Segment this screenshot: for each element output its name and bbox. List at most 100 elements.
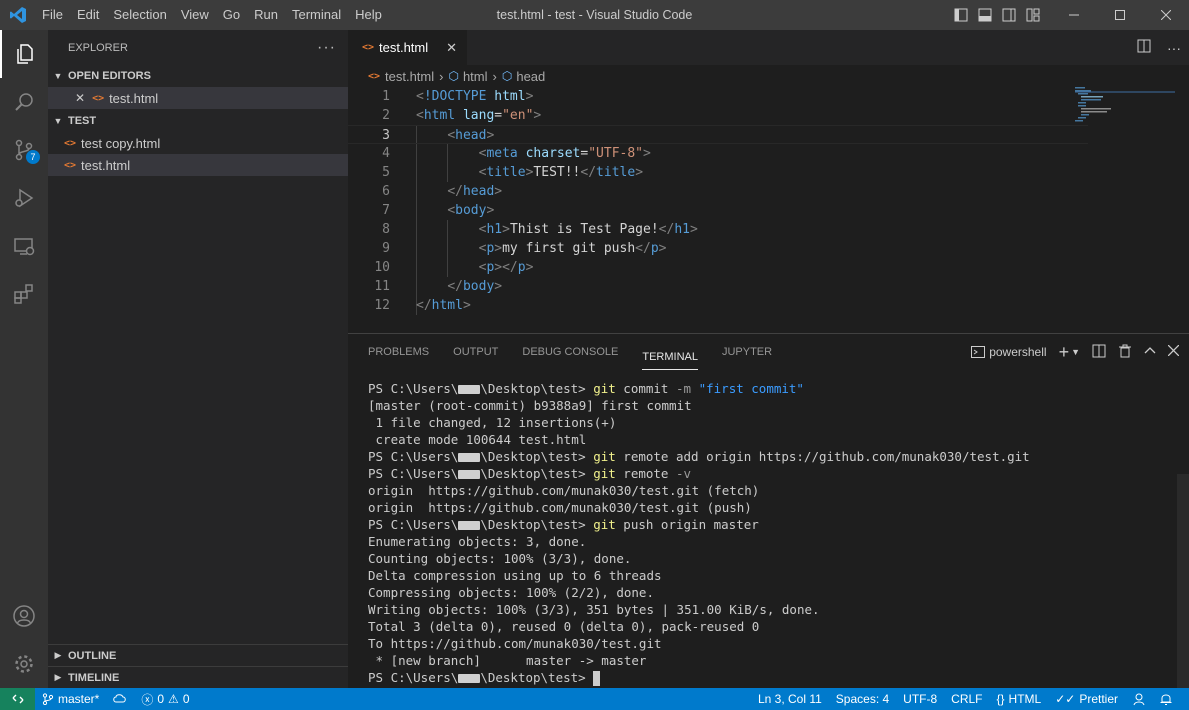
- menu-run[interactable]: Run: [247, 0, 285, 30]
- language-mode[interactable]: {} HTML: [990, 692, 1049, 706]
- code-line: 11 </body>: [374, 279, 503, 294]
- menu-view[interactable]: View: [174, 0, 216, 30]
- breadcrumb-file[interactable]: test.html: [385, 69, 434, 84]
- accounts-icon[interactable]: [0, 592, 48, 640]
- minimap[interactable]: [1075, 87, 1175, 147]
- menu-bar: File Edit Selection View Go Run Terminal…: [35, 0, 389, 30]
- code-line: 8 <h1>Thist is Test Page!</h1>: [382, 222, 698, 237]
- code-editor[interactable]: 1 <!DOCTYPE html> 2 <html lang="en"> 3 <he…: [348, 87, 1088, 315]
- terminal-line: PS C:\Users\ \Desktop\test> git remote ad…: [368, 449, 1030, 464]
- explorer-sidebar: EXPLORER ··· ▼ OPEN EDITORS ✕ <> test.ht…: [48, 30, 348, 688]
- maximize-panel-icon[interactable]: [1144, 345, 1156, 360]
- code-line: 2 <html lang="en">: [382, 108, 542, 123]
- toggle-panel-icon[interactable]: [973, 0, 997, 30]
- open-editors-section[interactable]: ▼ OPEN EDITORS: [48, 65, 348, 87]
- menu-terminal[interactable]: Terminal: [285, 0, 348, 30]
- split-editor-icon[interactable]: [1137, 39, 1151, 56]
- terminal-scrollbar[interactable]: [1177, 474, 1189, 689]
- editor-tabs: <> test.html ✕ ···: [348, 30, 1189, 65]
- code-line: 7 <body>: [382, 203, 495, 218]
- end-of-line[interactable]: CRLF: [944, 692, 989, 706]
- new-terminal-icon[interactable]: +: [1059, 342, 1070, 363]
- outline-label: OUTLINE: [68, 649, 117, 662]
- extensions-icon[interactable]: [0, 270, 48, 318]
- cursor-position[interactable]: Ln 3, Col 11: [751, 692, 829, 706]
- chevron-down-icon: ▼: [53, 71, 63, 81]
- more-actions-icon[interactable]: ···: [317, 39, 336, 57]
- close-editor-icon[interactable]: ✕: [75, 91, 85, 105]
- run-debug-icon[interactable]: [0, 174, 48, 222]
- breadcrumb: <> test.html › ⬡ html › ⬡ head: [348, 65, 1189, 87]
- scm-badge: 7: [26, 150, 40, 164]
- terminal-line: PS C:\Users\ \Desktop\test> git remote -v: [368, 466, 692, 481]
- maximize-icon[interactable]: [1097, 0, 1143, 30]
- code-line-current: 3 <head>: [348, 125, 1088, 144]
- braces-icon: {}: [996, 692, 1005, 706]
- minimize-icon[interactable]: [1051, 0, 1097, 30]
- outline-section[interactable]: ▶ OUTLINE: [48, 644, 348, 666]
- terminal-line: * [new branch] master -> master: [368, 653, 647, 668]
- close-panel-icon[interactable]: [1167, 344, 1180, 359]
- breadcrumb-html[interactable]: html: [463, 69, 488, 84]
- close-tab-icon[interactable]: ✕: [446, 40, 457, 56]
- terminal-line: To https://github.com/munak030/test.git: [368, 636, 662, 651]
- prettier-status[interactable]: ✓✓ Prettier: [1048, 692, 1125, 706]
- html-file-icon: <>: [64, 137, 77, 149]
- toggle-secondary-sidebar-icon[interactable]: [997, 0, 1021, 30]
- chevron-right-icon: ▶: [54, 650, 62, 660]
- indentation[interactable]: Spaces: 4: [829, 692, 896, 706]
- remote-indicator-icon[interactable]: [0, 688, 35, 710]
- timeline-section[interactable]: ▶ TIMELINE: [48, 666, 348, 688]
- customize-layout-icon[interactable]: [1021, 0, 1045, 30]
- terminal-shell-selector[interactable]: powershell: [971, 345, 1047, 359]
- chevron-right-icon: ›: [492, 68, 497, 84]
- remote-explorer-icon[interactable]: [0, 222, 48, 270]
- menu-help[interactable]: Help: [348, 0, 389, 30]
- branch-status[interactable]: master*: [35, 692, 106, 706]
- terminal-output[interactable]: PS C:\Users\ \Desktop\test> git commit -m…: [368, 380, 1030, 686]
- toggle-sidebar-icon[interactable]: [949, 0, 973, 30]
- kill-terminal-trash-icon[interactable]: [1118, 344, 1132, 361]
- menu-file[interactable]: File: [35, 0, 70, 30]
- branch-name: master*: [58, 692, 100, 706]
- menu-selection[interactable]: Selection: [106, 0, 173, 30]
- sync-icon[interactable]: [106, 693, 134, 705]
- problems-status[interactable]: ⓧ 0 ⚠ 0: [134, 691, 196, 708]
- tab-output[interactable]: OUTPUT: [453, 334, 498, 370]
- vscode-logo-icon: [0, 0, 35, 30]
- search-icon[interactable]: [0, 78, 48, 126]
- explorer-icon[interactable]: [0, 30, 48, 78]
- file-item[interactable]: <> test.html: [48, 154, 348, 176]
- breadcrumb-head[interactable]: head: [516, 69, 545, 84]
- warning-icon: ⚠: [168, 692, 179, 706]
- html-file-icon: <>: [92, 92, 105, 104]
- code-line: 9 <p>my first git push</p>: [382, 241, 667, 256]
- feedback-icon[interactable]: [1125, 692, 1153, 706]
- close-window-icon[interactable]: [1143, 0, 1189, 30]
- warning-count: 0: [182, 692, 190, 706]
- tab-terminal[interactable]: TERMINAL: [642, 344, 698, 370]
- tab-debug-console[interactable]: DEBUG CONSOLE: [522, 334, 618, 370]
- symbol-cube-icon: ⬡: [448, 69, 459, 83]
- open-editor-item[interactable]: ✕ <> test.html: [48, 87, 348, 109]
- file-item[interactable]: <> test copy.html: [48, 132, 348, 154]
- shell-name: powershell: [989, 345, 1047, 359]
- terminal-prompt: PS C:\Users\ \Desktop\test>: [368, 669, 1030, 686]
- tab-jupyter[interactable]: JUPYTER: [722, 334, 772, 370]
- menu-edit[interactable]: Edit: [70, 0, 106, 30]
- tab-test-html[interactable]: <> test.html ✕: [348, 30, 467, 65]
- source-control-icon[interactable]: [0, 126, 48, 174]
- tab-problems[interactable]: PROBLEMS: [368, 334, 429, 370]
- notifications-bell-icon[interactable]: [1153, 692, 1179, 706]
- encoding[interactable]: UTF-8: [896, 692, 944, 706]
- more-actions-icon[interactable]: ···: [1167, 40, 1181, 56]
- open-editor-name: test.html: [109, 90, 159, 106]
- git-branch-icon: [42, 693, 54, 705]
- folder-label: TEST: [68, 115, 97, 127]
- language-label: HTML: [1008, 692, 1042, 706]
- chevron-down-icon[interactable]: ▼: [1071, 347, 1080, 357]
- folder-test-section[interactable]: ▼ TEST: [48, 110, 348, 132]
- settings-gear-icon[interactable]: [0, 640, 48, 688]
- split-terminal-icon[interactable]: [1092, 344, 1106, 361]
- menu-go[interactable]: Go: [216, 0, 247, 30]
